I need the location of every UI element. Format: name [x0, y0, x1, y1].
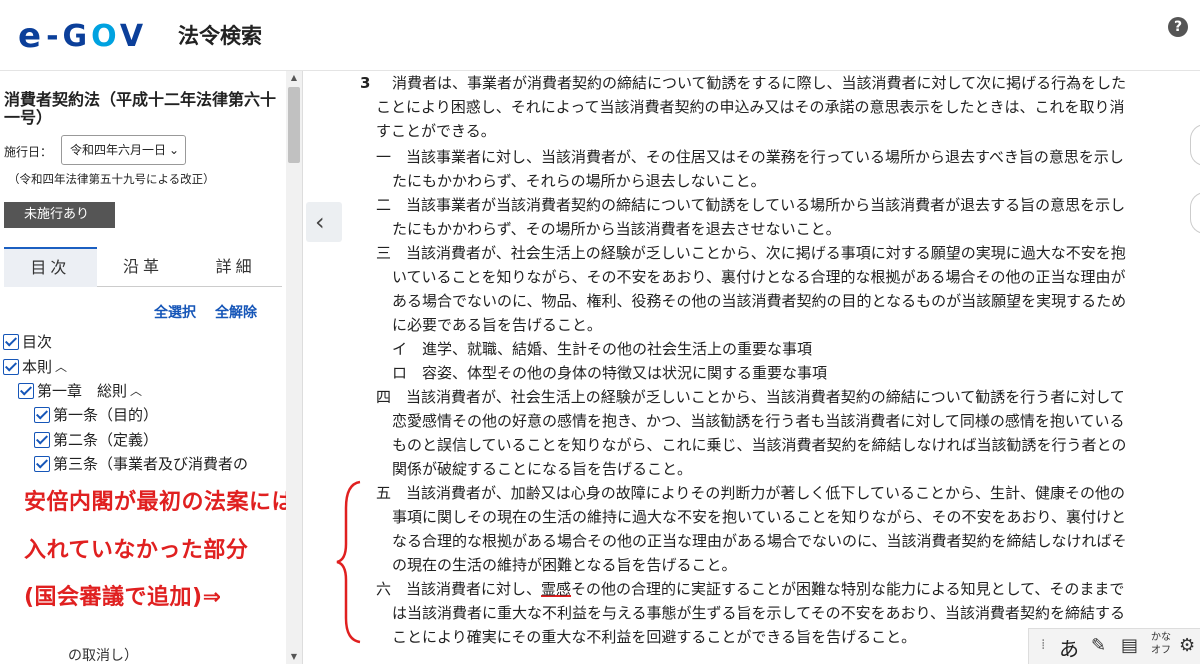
scroll-up-icon[interactable]: ▲	[286, 73, 302, 83]
checkbox-checked-icon[interactable]	[34, 406, 50, 423]
chevron-down-icon: ⌄	[168, 143, 179, 157]
content-line: 消費者は、事業者が消費者契約の締結について勧誘をするに際し、当該消費者に対して次…	[392, 74, 1127, 92]
checkbox-checked-icon[interactable]	[18, 382, 34, 399]
content-line: いていることを知りながら、その不安をあおり、裏付けとなる合理的な根拠がある場合そ…	[392, 268, 1126, 286]
annotation-line1: 安倍内閣が最初の法案には	[24, 490, 286, 515]
amendment-note: （令和四年法律第五十九号による改正）	[8, 172, 215, 186]
content-line: ことにより確実にその重大な不利益を回避することができる旨を告げること。	[392, 628, 917, 646]
content-line: イ 進学、就職、結婚、生計その他の社会生活上の重要な事項	[392, 340, 813, 358]
content-line: ロ 容姿、体型その他の身体の特徴又は状況に関する重要な事項	[392, 364, 828, 382]
ime-tool-icon[interactable]: ✎	[1091, 635, 1106, 656]
content-line: ある場合でないのに、物品、権利、役務その他の当該消費者契約の目的となるものが当該…	[392, 292, 1127, 310]
content-line: たにもかかわらず、それらの場所から退去しないこと。	[392, 172, 766, 190]
content-line-item6: 六 当該消費者に対し、霊感その他の合理的に実証することが困難な特別な能力による知…	[376, 580, 1125, 598]
toc-item-article1[interactable]: 第一条（目的）	[34, 404, 158, 425]
app-header: e - GOV 法令検索 ?	[0, 0, 1200, 70]
enforcement-date-value: 令和四年六月一日	[70, 143, 167, 157]
annotation-line2: 入れていなかった部分	[24, 538, 249, 563]
content-line: の現在の生活の維持が困難となる旨を告げること。	[392, 556, 737, 574]
help-icon[interactable]: ?	[1168, 17, 1188, 37]
content-line: 四 当該消費者が、社会生活上の経験が乏しいことから、当該消費者契約の締結について…	[376, 388, 1125, 406]
tab-history[interactable]: 沿革	[96, 247, 190, 287]
scroll-thumb[interactable]	[288, 87, 300, 163]
underlined-term: 霊感	[541, 580, 572, 598]
checkbox-checked-icon[interactable]	[3, 333, 19, 350]
grip-icon[interactable]: ⁞	[1041, 637, 1045, 653]
content-line: なる合理的な根拠がある場合その他の正当な理由がある場合でないのに、当該消費者契約…	[392, 532, 1127, 550]
gear-icon[interactable]: ⚙	[1179, 635, 1195, 656]
law-title: 消費者契約法（平成十二年法律第六十一号）	[4, 90, 277, 127]
content-line: に必要である旨を告げること。	[392, 316, 602, 334]
enforcement-date-select[interactable]: 令和四年六月一日 ⌄	[61, 135, 186, 165]
checkbox-checked-icon[interactable]	[3, 358, 19, 375]
content-line: ものと誤信していることを知りながら、これに乗じ、当該消費者契約を締結しなければ当…	[392, 436, 1127, 454]
toc-item-article2[interactable]: 第二条（定義）	[34, 429, 158, 450]
toc-item-main-provisions[interactable]: 本則 ︿	[3, 356, 67, 377]
paragraph-number: 3	[360, 74, 371, 92]
chevron-left-icon: ‹	[315, 208, 325, 236]
tab-details[interactable]: 詳細	[189, 247, 283, 287]
chevron-up-icon[interactable]: ︿	[55, 358, 67, 375]
annotation-line3: (国会審議で追加)⇒	[24, 585, 222, 610]
ime-pad-icon[interactable]: ▤	[1121, 635, 1138, 656]
egov-logo[interactable]: e - GOV	[18, 16, 147, 56]
toc-item-chapter1[interactable]: 第一章 総則 ︿	[18, 380, 142, 401]
checkbox-checked-icon[interactable]	[34, 431, 50, 448]
logo-e: e	[18, 16, 43, 56]
toc-item-faded[interactable]: の取消し）	[68, 645, 138, 664]
content-line: 三 当該消費者が、社会生活上の経験が乏しいことから、次に掲げる事項に対する願望の…	[376, 244, 1126, 262]
logo-gov: GOV	[62, 18, 148, 54]
content-line: 事項に関しその現在の生活の維持に過大な不安を抱いていることを知りながら、その不安…	[392, 508, 1126, 526]
logo-dash: -	[46, 18, 59, 54]
ime-mode-indicator[interactable]: あ	[1059, 633, 1079, 662]
select-all-link[interactable]: 全選択	[154, 302, 196, 322]
content-line: ことにより困惑し、それによって当該消費者契約の申込み又はその承諾の意思表示をした…	[376, 98, 1125, 116]
scroll-down-icon[interactable]: ▼	[286, 652, 302, 662]
right-edge-control[interactable]	[1190, 124, 1200, 166]
sidebar-divider	[302, 71, 303, 664]
toc-item-article3[interactable]: 第三条（事業者及び消費者の	[34, 453, 248, 474]
checkbox-checked-icon[interactable]	[34, 455, 50, 472]
content-line: は当該消費者に重大な不利益を与える事態が生ずる旨を示してその不安をあおり、当該消…	[392, 604, 1126, 622]
content-line: 一 当該事業者に対し、当該消費者が、その住居又はその業務を行っている場所から退去…	[376, 148, 1124, 166]
sidebar-scrollbar[interactable]: ▲ ▼	[286, 71, 302, 664]
content-line: 関係が破綻することになる旨を告げること。	[392, 460, 693, 478]
content-line: たにもかかわらず、その場所から当該消費者を退去させないこと。	[392, 220, 841, 238]
content-line: 二 当該事業者が当該消費者契約の締結について勧誘をしている場所から当該消費者が退…	[376, 196, 1126, 214]
content-line: 五 当該消費者が、加齢又は心身の故障によりその判断力が著しく低下していることから…	[376, 484, 1125, 502]
enforcement-date-label: 施行日：	[4, 145, 53, 159]
content-line: 恋愛感情その他の好意の感情を抱き、かつ、当該勧誘を行う者も当該消費者に対して同様…	[392, 412, 1125, 430]
content-line: すことができる。	[376, 122, 496, 140]
collapse-sidebar-button[interactable]: ‹	[306, 202, 342, 242]
clear-all-link[interactable]: 全解除	[215, 302, 257, 322]
chevron-up-icon[interactable]: ︿	[130, 382, 142, 399]
tab-toc[interactable]: 目次	[4, 247, 97, 287]
kana-toggle[interactable]: かな オフ	[1151, 631, 1171, 657]
sidebar: 消費者契約法（平成十二年法律第六十一号） 施行日： 令和四年六月一日 ⌄ （令和…	[0, 71, 286, 664]
right-edge-control[interactable]	[1190, 192, 1200, 234]
pending-enforcement-button[interactable]: 未施行あり	[4, 202, 115, 228]
app-title: 法令検索	[178, 24, 262, 48]
sidebar-tabs: 目次 沿革 詳細	[4, 247, 283, 287]
ime-toolbar: ⁞ あ ✎ ▤ かな オフ ⚙	[1028, 628, 1200, 664]
law-content: 3 消費者は、事業者が消費者契約の締結について勧誘をするに際し、当該消費者に対し…	[360, 71, 1190, 664]
toc-item-toc[interactable]: 目次	[3, 331, 52, 352]
